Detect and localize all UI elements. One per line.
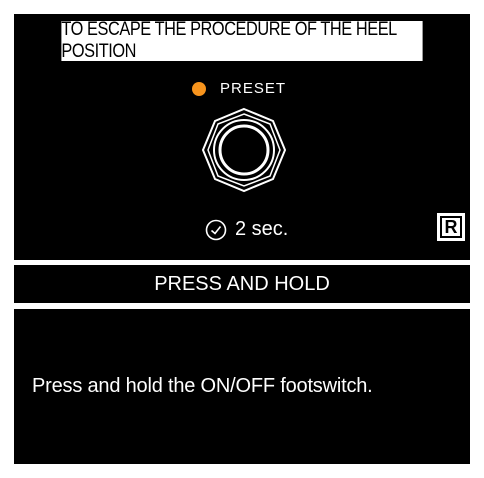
preset-label: PRESET	[220, 80, 287, 97]
procedure-title-text: TO ESCAPE THE PROCEDURE OF THE HEEL POSI…	[61, 19, 397, 62]
led-dot-icon	[192, 81, 206, 96]
action-bar-text: PRESS AND HOLD	[154, 272, 330, 295]
right-pedal-badge: R	[437, 213, 465, 241]
footswitch-icon[interactable]	[200, 106, 288, 194]
instruction-text: Press and hold the ON/OFF footswitch.	[32, 375, 373, 397]
preset-indicator: PRESET	[192, 80, 286, 97]
clock-icon	[205, 219, 227, 240]
right-pedal-badge-text: R	[444, 216, 458, 237]
hold-duration: 2 sec.	[205, 218, 288, 241]
action-bar: PRESS AND HOLD	[14, 265, 470, 303]
hold-duration-text: 2 sec.	[235, 218, 289, 240]
procedure-title: TO ESCAPE THE PROCEDURE OF THE HEEL POSI…	[61, 19, 423, 62]
